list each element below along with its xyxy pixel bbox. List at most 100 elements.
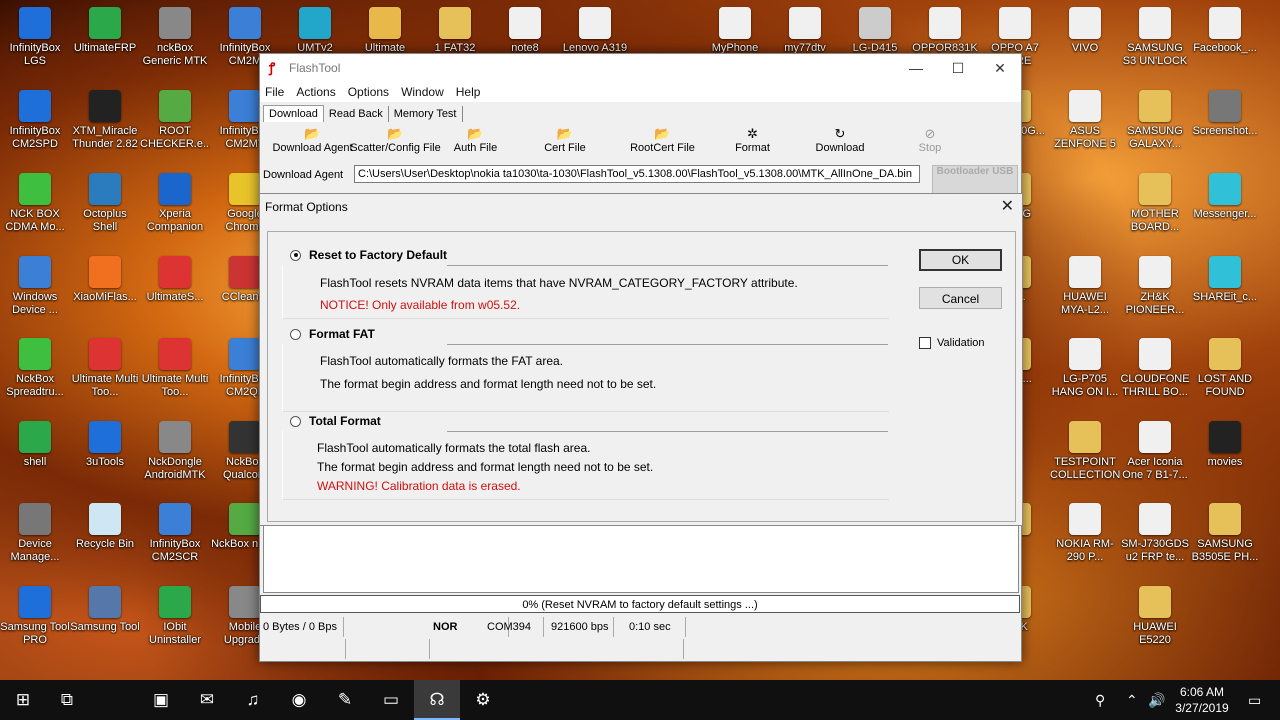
desktop-icon[interactable]: HUAWEI E5220 <box>1120 586 1190 647</box>
desktop-icon[interactable]: NckBox Spreadtru... <box>0 338 70 399</box>
menu-actions[interactable]: Actions <box>296 85 335 99</box>
toolbar-cert-file-button[interactable]: 📂 Cert File <box>530 126 600 154</box>
desktop-icon[interactable]: Acer Iconia One 7 B1-7... <box>1120 421 1190 482</box>
radio-button-icon[interactable] <box>290 249 301 261</box>
menu-window[interactable]: Window <box>401 85 444 99</box>
desktop-icon[interactable]: LG-P705 HANG ON I... <box>1050 338 1120 399</box>
taskbar-explorer-app[interactable]: ▣ <box>138 680 184 720</box>
tab-read-back[interactable]: Read Back <box>324 106 389 122</box>
task-view-button[interactable]: ⧉ <box>44 680 90 720</box>
desktop-icon[interactable]: ROOT CHECKER.e... <box>140 90 210 151</box>
taskbar-paint-app[interactable]: ✎ <box>322 680 368 720</box>
desktop-icon[interactable]: SAMSUNG B3505E PH... <box>1190 503 1260 564</box>
maximize-button[interactable]: ☐ <box>937 54 979 82</box>
close-button[interactable]: ✕ <box>979 54 1021 82</box>
desktop-icon[interactable]: ASUS ZENFONE 5 <box>1050 90 1120 151</box>
desktop-icon[interactable]: XiaoMiFlas... <box>70 256 140 304</box>
desktop-icon[interactable]: CLOUDFONE THRILL BO... <box>1120 338 1190 399</box>
taskbar-mail-app[interactable]: ✉ <box>184 680 230 720</box>
desktop-icon[interactable]: Ultimate Multi Too... <box>140 338 210 399</box>
toolbar-scatter-config-file-button[interactable]: 📂 Scatter/Config File <box>348 126 443 154</box>
desktop-icon[interactable]: SM-J730GDS u2 FRP te... <box>1120 503 1190 564</box>
dialog-close-button[interactable]: ✕ <box>1001 196 1014 216</box>
cancel-button[interactable]: Cancel <box>919 287 1002 309</box>
ok-button[interactable]: OK <box>919 249 1002 271</box>
desktop-icon[interactable]: UMTv2 <box>280 7 350 55</box>
taskbar-misc-app[interactable]: ⚙ <box>460 680 506 720</box>
toolbar-format-button[interactable]: ✲ Format <box>710 126 795 154</box>
taskbar-itunes-app[interactable]: ♫ <box>230 680 276 720</box>
desktop-icon[interactable]: Ultimate Multi Too... <box>70 338 140 399</box>
desktop-icon[interactable]: UltimateFRP <box>70 7 140 55</box>
desktop-icon[interactable]: note8 <box>490 7 560 55</box>
desktop-icon[interactable]: my77dtv <box>770 7 840 55</box>
notification-icon[interactable]: ▭ <box>1248 680 1261 720</box>
validation-option[interactable]: Validation <box>919 337 985 349</box>
menu-help[interactable]: Help <box>456 85 481 99</box>
desktop-icon[interactable]: 1 FAT32 <box>420 7 490 55</box>
desktop-icon[interactable]: Ultimate <box>350 7 420 55</box>
desktop-icon[interactable]: HUAWEI MYA-L2... <box>1050 256 1120 317</box>
desktop-icon[interactable]: NckDongle AndroidMTK <box>140 421 210 482</box>
desktop-icon[interactable]: Samsung Tool <box>70 586 140 634</box>
desktop-icon[interactable]: TESTPOINT COLLECTION <box>1050 421 1120 482</box>
toolbar-rootcert-file-button[interactable]: 📂 RootCert File <box>615 126 710 154</box>
desktop-icon[interactable]: InfinityBox LGS <box>0 7 70 68</box>
desktop-icon[interactable]: Recycle Bin <box>70 503 140 551</box>
desktop-icon[interactable]: Messenger... <box>1190 173 1260 221</box>
desktop-icon[interactable]: Device Manage... <box>0 503 70 564</box>
tab-memory-test[interactable]: Memory Test <box>389 106 463 122</box>
desktop-icon[interactable]: nckBox Generic MTK <box>140 7 210 68</box>
taskbar-folder-app[interactable]: ▭ <box>368 680 414 720</box>
toolbar-download-button[interactable]: ↻ Download <box>800 126 880 154</box>
taskbar-clock[interactable]: 6:06 AM 3/27/2019 <box>1172 684 1232 716</box>
radio-button-icon[interactable] <box>290 415 301 427</box>
desktop-icon[interactable]: NCK BOX CDMA Mo... <box>0 173 70 234</box>
desktop-icon[interactable]: 3uTools <box>70 421 140 469</box>
desktop-icon[interactable]: Screenshot... <box>1190 90 1260 138</box>
desktop-icon[interactable]: shell <box>0 421 70 469</box>
title-bar[interactable]: ꝭ FlashTool — ☐ ✕ <box>260 54 1021 82</box>
download-agent-path-field[interactable]: C:\Users\User\Desktop\nokia ta1030\ta-10… <box>354 165 920 183</box>
desktop-icon[interactable]: Lenovo A319 <box>560 7 630 55</box>
volume-icon[interactable]: 🔊 <box>1148 680 1165 720</box>
menu-file[interactable]: File <box>265 85 284 99</box>
desktop-icon[interactable]: Xperia Companion <box>140 173 210 234</box>
desktop-icon[interactable]: InfinityBox CM2SPD <box>0 90 70 151</box>
taskbar-flashtool-app[interactable]: ☊ <box>414 680 460 720</box>
menu-options[interactable]: Options <box>348 85 389 99</box>
desktop-icon[interactable]: SAMSUNG GALAXY... <box>1120 90 1190 151</box>
tab-download[interactable]: Download <box>263 105 324 122</box>
desktop-icon[interactable]: InfinityBox CM2SCR <box>140 503 210 564</box>
desktop-icon[interactable]: SHAREit_c... <box>1190 256 1260 304</box>
toolbar-download-agent-button[interactable]: 📂 Download Agent <box>265 126 360 154</box>
toolbar-auth-file-button[interactable]: 📂 Auth File <box>438 126 513 154</box>
desktop-icon[interactable]: LOST AND FOUND <box>1190 338 1260 399</box>
toolbar-stop-button[interactable]: ⊘ Stop <box>890 126 970 154</box>
desktop-icon[interactable]: Samsung Tool PRO <box>0 586 70 647</box>
log-area[interactable] <box>263 525 1019 593</box>
desktop-icon[interactable]: MyPhone <box>700 7 770 55</box>
desktop-icon[interactable]: MOTHER BOARD... <box>1120 173 1190 234</box>
desktop-icon[interactable]: SAMSUNG S3 UN'LOCK <box>1120 7 1190 68</box>
desktop-icon[interactable]: Octoplus Shell <box>70 173 140 234</box>
taskbar-chrome-app[interactable]: ◉ <box>276 680 322 720</box>
radio-button-icon[interactable] <box>290 328 301 340</box>
desktop-icon[interactable]: Facebook_... <box>1190 7 1260 55</box>
desktop-icon[interactable]: UltimateS... <box>140 256 210 304</box>
minimize-button[interactable]: — <box>895 54 937 82</box>
desktop-icon[interactable]: VIVO <box>1050 7 1120 55</box>
desktop-icon[interactable]: LG-D415 <box>840 7 910 55</box>
desktop-icon[interactable]: IObit Uninstaller <box>140 586 210 647</box>
desktop-icon[interactable]: NOKIA RM-290 P... <box>1050 503 1120 564</box>
desktop-icon[interactable]: movies <box>1190 421 1260 469</box>
format-option-radio[interactable]: Total Format <box>282 411 381 431</box>
validation-checkbox[interactable] <box>919 337 931 349</box>
desktop-icon[interactable]: OPPOR831K <box>910 7 980 55</box>
tray-chevron-icon[interactable]: ⌃ <box>1126 680 1138 720</box>
desktop-icon[interactable]: Windows Device ... <box>0 256 70 317</box>
desktop-icon[interactable]: ZH&K PIONEER... <box>1120 256 1190 317</box>
format-option-radio[interactable]: Reset to Factory Default <box>282 245 447 265</box>
desktop-icon[interactable]: XTM_Miracle Thunder 2.82 <box>70 90 140 151</box>
format-option-radio[interactable]: Format FAT <box>282 324 375 344</box>
